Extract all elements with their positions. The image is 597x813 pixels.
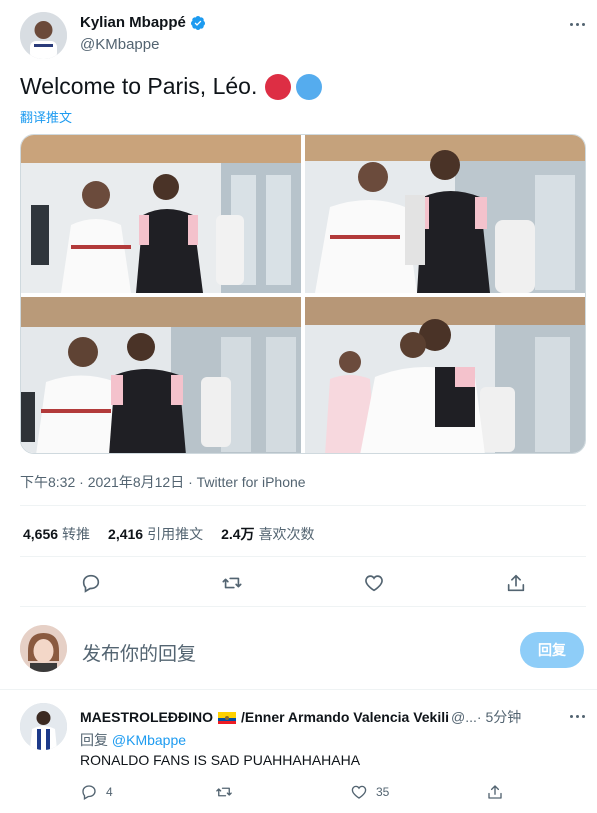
stat-quotes-label: 引用推文 — [147, 526, 204, 542]
retweet-icon — [222, 577, 242, 589]
stat-likes[interactable]: 2.4万 喜欢次数 — [221, 524, 314, 544]
author-handle[interactable]: @KMbappe — [80, 36, 159, 53]
reply-timestamp[interactable]: · 5分钟 — [477, 707, 521, 727]
more-dot-icon — [581, 714, 585, 718]
reply-author-handle[interactable]: @... — [451, 709, 477, 725]
translate-tweet-link[interactable]: 翻译推文 — [20, 107, 72, 126]
photo-grid — [20, 134, 586, 454]
like-icon — [351, 785, 367, 799]
photo-4[interactable] — [305, 297, 585, 453]
photo-2[interactable] — [305, 135, 585, 293]
like-icon — [365, 575, 383, 592]
reply-like-button[interactable]: 35 — [350, 783, 389, 801]
reply-author-avatar[interactable] — [20, 703, 67, 750]
reply-author-name[interactable]: MAESTROLEĐĐINO — [80, 709, 213, 725]
reply-more-options-button[interactable] — [565, 707, 589, 725]
more-dot-icon — [575, 714, 579, 718]
stat-retweets-value: 4,656 — [23, 526, 59, 542]
divider — [20, 606, 586, 607]
like-button[interactable] — [360, 569, 388, 597]
reply-compose-input[interactable]: 发布你的回复 — [82, 639, 196, 666]
reply-button[interactable] — [77, 569, 105, 597]
photo-1[interactable] — [21, 135, 301, 293]
reply-icon — [82, 574, 100, 593]
stat-retweets[interactable]: 4,656 转推 — [23, 524, 90, 544]
tweet-text-content: Welcome to Paris, Léo. — [20, 73, 258, 99]
reply-reply-count: 4 — [106, 785, 113, 799]
share-icon — [507, 574, 525, 592]
stat-likes-value: 2.4万 — [221, 526, 255, 542]
reply-author-name-suffix[interactable]: /Enner Armando Valencia Vekili — [241, 709, 449, 725]
tweet-stats: 4,656 转推 2,416 引用推文 2.4万 喜欢次数 — [23, 524, 315, 544]
replying-to-handle-link[interactable]: @KMbappe — [112, 732, 186, 748]
current-user-avatar[interactable] — [20, 625, 67, 672]
more-dot-icon — [569, 22, 573, 26]
red-circle-emoji — [265, 73, 292, 100]
reply-retweet-button[interactable] — [215, 783, 233, 801]
author-avatar[interactable] — [20, 12, 67, 59]
tweet-text: Welcome to Paris, Léo. — [20, 73, 323, 100]
ecuador-flag-icon — [218, 711, 236, 724]
more-dot-icon — [575, 22, 579, 26]
retweet-button[interactable] — [218, 569, 246, 597]
divider — [0, 689, 597, 690]
reply-icon — [82, 785, 96, 800]
tweet-timestamp[interactable]: 下午8:32 · 2021年8月12日 · Twitter for iPhone — [20, 472, 306, 492]
share-icon — [488, 785, 502, 799]
replying-to: 回复 @KMbappe — [80, 730, 186, 750]
submit-reply-button[interactable]: 回复 — [520, 632, 584, 668]
author-name[interactable]: Kylian Mbappé — [80, 14, 206, 31]
reply-reply-button[interactable]: 4 — [80, 783, 113, 801]
reply-header: MAESTROLEĐĐINO /Enner Armando Valencia V… — [80, 707, 521, 727]
blue-circle-emoji — [296, 73, 323, 100]
reply-like-count: 35 — [376, 785, 390, 799]
more-dot-icon — [581, 22, 585, 26]
stat-retweets-label: 转推 — [62, 526, 91, 542]
author-name-text[interactable]: Kylian Mbappé — [80, 14, 186, 31]
more-options-button[interactable] — [565, 14, 589, 34]
photo-3[interactable] — [21, 297, 301, 453]
more-dot-icon — [569, 714, 573, 718]
verified-badge-icon — [190, 15, 205, 30]
stat-likes-label: 喜欢次数 — [258, 526, 315, 542]
share-button[interactable] — [502, 569, 530, 597]
replying-to-label: 回复 — [80, 732, 112, 748]
stat-quotes[interactable]: 2,416 引用推文 — [108, 524, 203, 544]
reply-share-button[interactable] — [486, 783, 504, 801]
reply-text: RONALDO FANS IS SAD PUAHHAHAHAHA — [80, 752, 361, 768]
divider — [20, 556, 586, 557]
retweet-icon — [216, 787, 232, 797]
divider — [20, 505, 586, 506]
stat-quotes-value: 2,416 — [108, 526, 144, 542]
